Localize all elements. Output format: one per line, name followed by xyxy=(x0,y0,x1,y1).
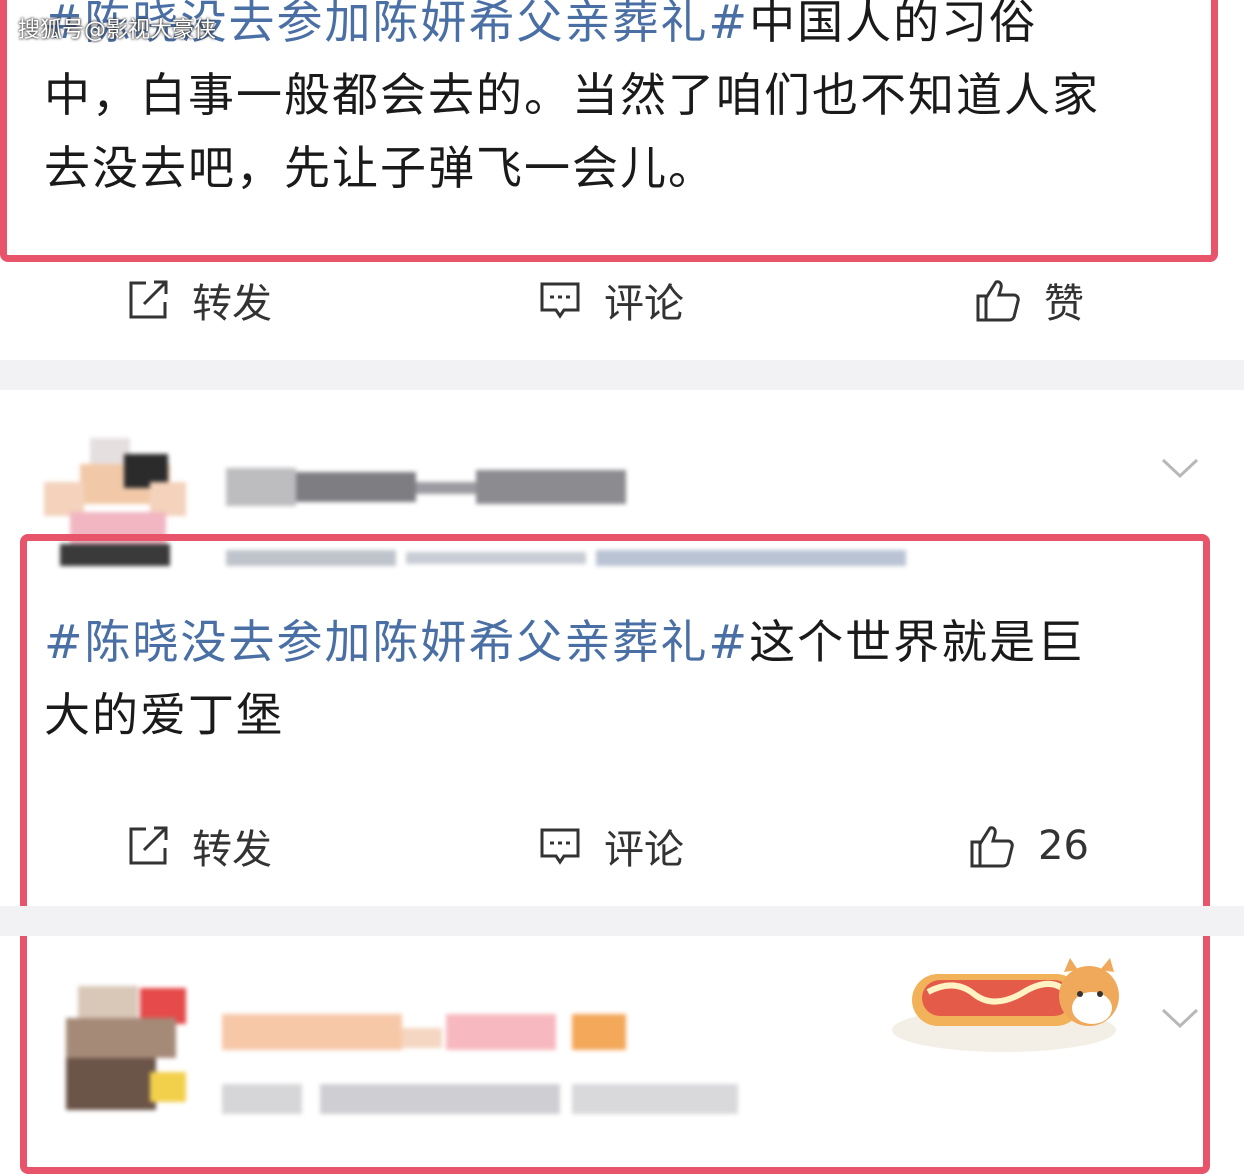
post-2-text: #陈晓没去参加陈妍希父亲葬礼#这个世界就是巨 大的爱丁堡 xyxy=(44,606,1194,752)
comment-button-post-2[interactable]: 评论 xyxy=(538,818,684,874)
post-1-text: #陈晓没去参加陈妍希父亲葬礼#中国人的习俗 中，白事一般都会去的。当然了咱们也不… xyxy=(44,0,1204,205)
decorative-sticker-image xyxy=(892,958,1119,1052)
watermark: 搜狐号@影视大豪侠 xyxy=(18,18,217,43)
like-button-post-1[interactable]: 赞 xyxy=(974,272,1084,328)
meta-post-3 xyxy=(222,1084,742,1114)
post-2-hashtag[interactable]: #陈晓没去参加陈妍希父亲葬礼# xyxy=(44,615,749,669)
post-1-line-2: 中，白事一般都会去的。当然了咱们也不知道人家 xyxy=(44,68,1100,122)
repost-button-post-1[interactable]: 转发 xyxy=(126,272,272,328)
comment-label: 评论 xyxy=(604,827,684,873)
post-1-line-1-text: 中国人的习俗 xyxy=(749,0,1038,49)
separator-1 xyxy=(0,360,1244,390)
repost-button-post-2[interactable]: 转发 xyxy=(126,818,272,874)
post-1-line-3: 去没去吧，先让子弹飞一会儿。 xyxy=(44,141,716,195)
like-button-post-2[interactable]: 26 xyxy=(968,818,1089,874)
comment-button-post-1[interactable]: 评论 xyxy=(538,272,684,328)
repost-icon xyxy=(129,280,168,319)
like-count: 26 xyxy=(1038,823,1089,869)
post-1-line-1: #陈晓没去参加陈妍希父亲葬礼#中国人的习俗 xyxy=(44,0,1204,59)
like-label: 赞 xyxy=(1044,281,1084,327)
avatar-post-3[interactable] xyxy=(40,982,190,1118)
post-2-line-1-text: 这个世界就是巨 xyxy=(749,615,1086,669)
comment-label: 评论 xyxy=(604,281,684,327)
chevron-down-icon[interactable] xyxy=(1160,456,1200,482)
username-post-3[interactable] xyxy=(222,1014,632,1052)
post-2-line-2: 大的爱丁堡 xyxy=(44,688,284,742)
post-2-line-1: #陈晓没去参加陈妍希父亲葬礼#这个世界就是巨 xyxy=(44,606,1194,679)
comment-icon xyxy=(540,282,580,319)
thumbs-up-icon xyxy=(970,826,1014,868)
separator-2 xyxy=(0,906,1244,936)
chevron-down-icon[interactable] xyxy=(1160,1006,1200,1032)
thumbs-up-icon xyxy=(976,280,1020,322)
repost-label: 转发 xyxy=(192,281,272,327)
username-post-2[interactable] xyxy=(226,468,626,506)
repost-label: 转发 xyxy=(192,827,272,873)
comment-icon xyxy=(540,828,580,865)
repost-icon xyxy=(129,826,168,865)
